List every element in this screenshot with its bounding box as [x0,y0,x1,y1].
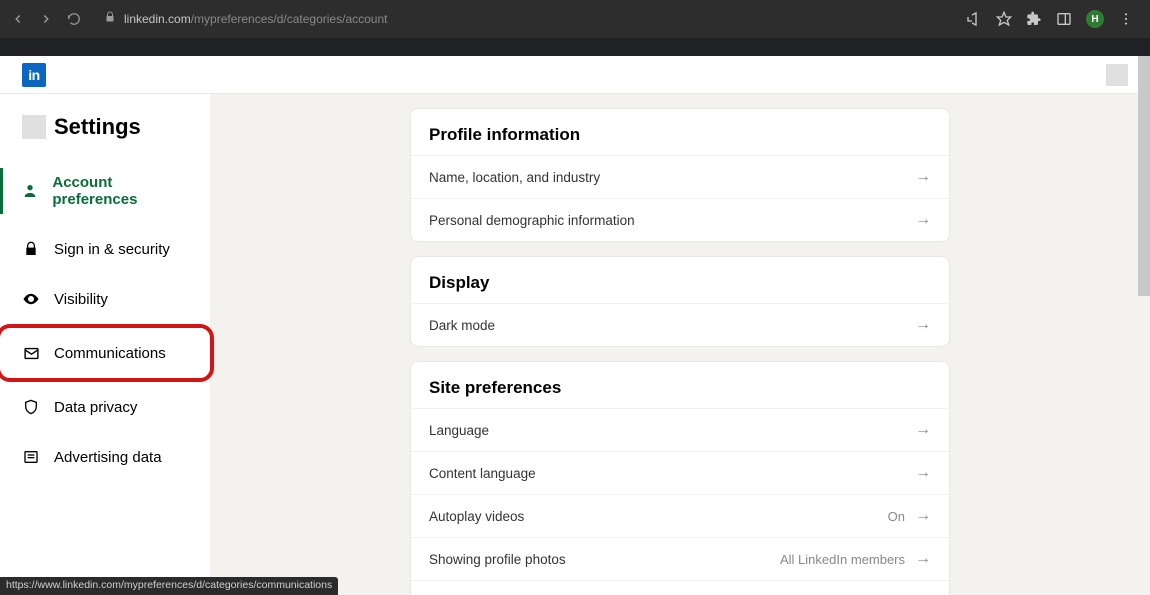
kebab-menu-icon[interactable] [1118,11,1134,27]
arrow-right-icon: → [915,316,931,334]
reload-button[interactable] [66,11,82,27]
arrow-right-icon: → [915,464,931,482]
row-autoplay-videos[interactable]: Autoplay videos On → [411,494,949,537]
url-text: linkedin.com/mypreferences/d/categories/… [124,12,387,26]
address-bar[interactable]: linkedin.com/mypreferences/d/categories/… [94,10,954,28]
arrow-right-icon: → [915,421,931,439]
page-title: Settings [54,114,141,140]
sidebar-item-label: Account preferences [52,174,188,208]
extensions-icon[interactable] [1026,11,1042,27]
arrow-right-icon: → [915,211,931,229]
person-icon [22,182,38,200]
share-icon[interactable] [966,11,982,27]
scrollbar[interactable] [1138,56,1150,296]
row-label: Personal demographic information [429,213,635,228]
sidebar-item-label: Advertising data [54,449,162,466]
card-display: Display Dark mode → [410,256,950,347]
main-content: Profile information Name, location, and … [210,94,1150,595]
row-dark-mode[interactable]: Dark mode → [411,303,949,346]
sidebar-item-communications[interactable]: Communications [0,324,214,382]
forward-button[interactable] [38,11,54,27]
arrow-right-icon: → [915,168,931,186]
sidebar-item-advertising-data[interactable]: Advertising data [0,432,210,482]
row-value: All LinkedIn members [780,552,905,567]
lock-icon [22,240,40,258]
row-content-language[interactable]: Content language → [411,451,949,494]
back-button[interactable] [10,11,26,27]
sidebar-item-label: Visibility [54,291,108,308]
sidebar-item-account-preferences[interactable]: Account preferences [0,158,210,224]
row-label: Showing profile photos [429,552,566,567]
row-language[interactable]: Language → [411,408,949,451]
eye-icon [22,290,40,308]
status-bar: https://www.linkedin.com/mypreferences/d… [0,577,338,595]
panel-icon[interactable] [1056,11,1072,27]
star-icon[interactable] [996,11,1012,27]
row-showing-profile-photos[interactable]: Showing profile photos All LinkedIn memb… [411,537,949,580]
sidebar-item-visibility[interactable]: Visibility [0,274,210,324]
newspaper-icon [22,448,40,466]
sidebar-item-label: Communications [54,345,166,362]
row-value: On [888,509,905,524]
mail-icon [22,344,40,362]
row-name-location-industry[interactable]: Name, location, and industry → [411,155,949,198]
browser-profile[interactable]: H [1086,10,1104,28]
card-title: Profile information [411,109,949,155]
bookmarks-strip [0,38,1150,56]
row-personal-demographic[interactable]: Personal demographic information → [411,198,949,241]
sidebar-title-row: Settings [0,114,210,158]
row-label: Dark mode [429,318,495,333]
sidebar: Settings Account preferences Sign in & s… [0,94,210,595]
linkedin-logo[interactable]: in [22,63,46,87]
arrow-right-icon: → [915,550,931,568]
card-profile-information: Profile information Name, location, and … [410,108,950,242]
row-label: Language [429,423,489,438]
sidebar-item-label: Sign in & security [54,241,170,258]
browser-right-icons: H [966,10,1140,28]
row-label: Autoplay videos [429,509,524,524]
card-title: Display [411,257,949,303]
row-feed-preferences[interactable]: Feed preferences On→ [411,580,949,595]
sidebar-item-label: Data privacy [54,399,137,416]
browser-toolbar: linkedin.com/mypreferences/d/categories/… [0,0,1150,38]
lock-icon [104,10,116,28]
arrow-right-icon: → [915,507,931,525]
row-label: Name, location, and industry [429,170,600,185]
sidebar-item-sign-in-security[interactable]: Sign in & security [0,224,210,274]
sidebar-item-data-privacy[interactable]: Data privacy [0,382,210,432]
avatar[interactable] [1106,64,1128,86]
page-header: in [0,56,1150,94]
settings-icon [22,115,46,139]
shield-icon [22,398,40,416]
row-label: Content language [429,466,536,481]
card-site-preferences: Site preferences Language → Content lang… [410,361,950,595]
card-title: Site preferences [411,362,949,408]
